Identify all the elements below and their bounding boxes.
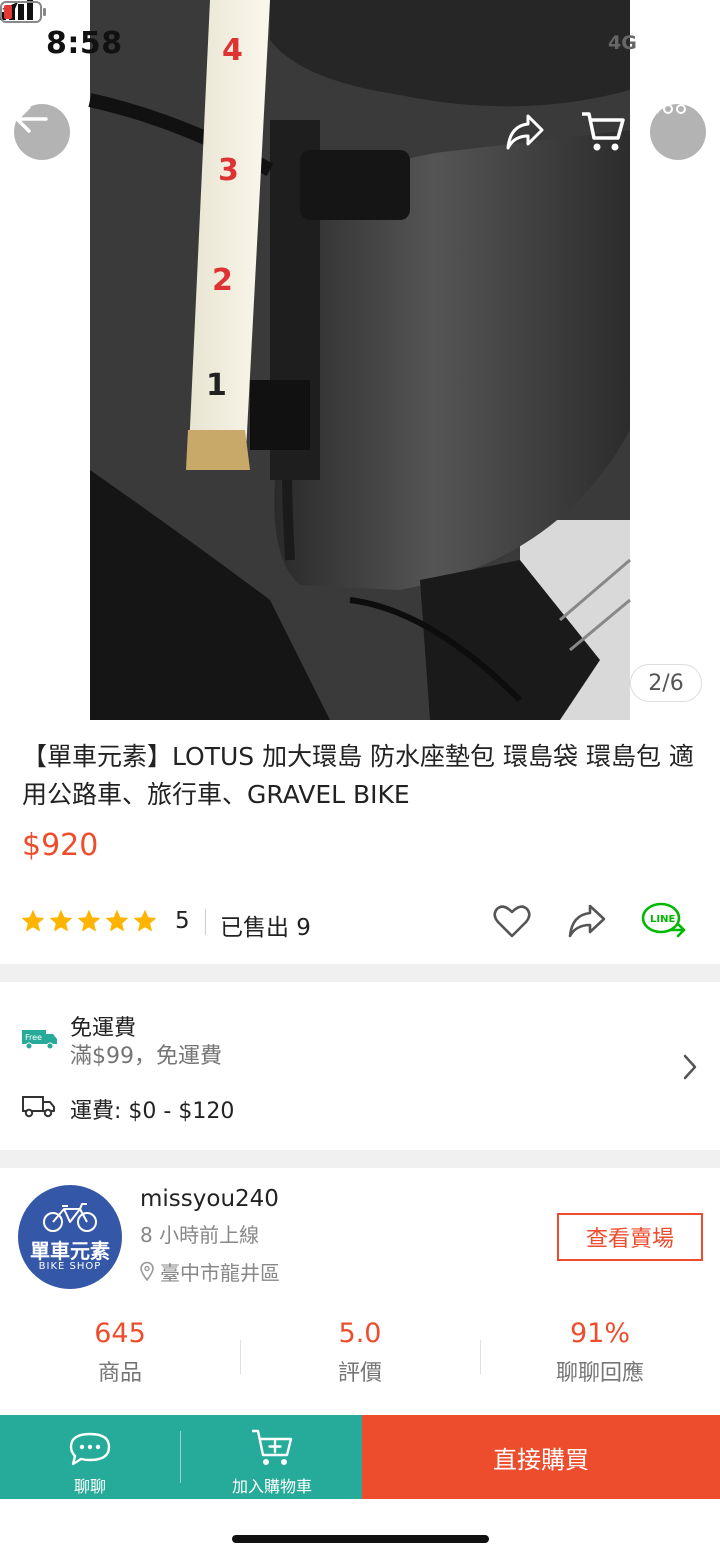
line-share-icon[interactable]: LINE (640, 902, 688, 942)
svg-text:1: 1 (206, 368, 227, 403)
stat-rating[interactable]: 5.0 評價 (240, 1318, 480, 1387)
chat-icon (69, 1432, 111, 1466)
cart-icon[interactable] (580, 110, 626, 154)
heart-icon[interactable] (492, 902, 532, 940)
rating-value: 5 (175, 908, 190, 934)
chevron-right-icon (683, 1054, 697, 1080)
shop-location: 臺中市龍井區 (160, 1261, 280, 1285)
add-to-cart-label: 加入購物車 (231, 1477, 312, 1496)
rating-row: 5 已售出 9 LINE (20, 900, 700, 946)
sold-count: 已售出 9 (220, 915, 311, 941)
network-type: 4G (608, 32, 637, 54)
home-indicator[interactable] (232, 1535, 489, 1543)
star-icon (133, 909, 157, 932)
add-to-cart-icon (252, 1429, 293, 1465)
bicycle-icon (43, 1203, 97, 1232)
stat-chat-response[interactable]: 91% 聊聊回應 (480, 1318, 720, 1387)
star-icon (77, 909, 101, 932)
stat-value: 5.0 (338, 1318, 382, 1349)
more-icon (650, 104, 686, 114)
product-image[interactable]: 4 3 2 1 8:58 4G 2/6 (0, 0, 720, 720)
view-shop-button[interactable]: 查看賣場 (557, 1213, 703, 1261)
shop-avatar[interactable]: 單車元素 BIKE SHOP (18, 1185, 122, 1289)
bottom-action-bar: 聊聊 加入購物車 直接購買 (0, 1415, 720, 1499)
section-divider (0, 1150, 720, 1168)
stat-label: 聊聊回應 (555, 1361, 644, 1386)
product-photo: 4 3 2 1 (88, 0, 631, 720)
shipping-fee: 運費: $0 - $120 (70, 1099, 235, 1124)
stat-value: 91% (569, 1318, 630, 1349)
avatar-text-cn: 單車元素 (30, 1239, 110, 1263)
shop-name[interactable]: missyou240 (140, 1186, 279, 1212)
section-divider (0, 964, 720, 982)
svg-text:3: 3 (218, 153, 239, 188)
product-price: $920 (22, 828, 99, 863)
bottom-left-group: 聊聊 加入購物車 (0, 1415, 362, 1499)
chat-label: 聊聊 (73, 1477, 106, 1496)
battery-low-icon (0, 1, 46, 23)
star-icon (21, 909, 45, 932)
buy-now-button[interactable]: 直接購買 (362, 1415, 720, 1499)
rating-stars (20, 908, 158, 934)
stat-label: 商品 (97, 1361, 142, 1386)
shipping-truck-icon (22, 1096, 55, 1118)
product-title: 【單車元素】LOTUS 加大環島 防水座墊包 環島袋 環島包 適用公路車、旅行車… (22, 742, 694, 809)
add-to-cart-button[interactable]: 加入購物車 (182, 1415, 362, 1499)
share-icon[interactable] (566, 902, 608, 940)
bottom-divider (180, 1431, 181, 1483)
stat-value: 645 (94, 1318, 146, 1349)
back-arrow-icon (15, 105, 48, 133)
star-icon (49, 909, 73, 932)
stat-label: 評價 (337, 1361, 382, 1386)
stat-products[interactable]: 645 商品 (0, 1318, 240, 1387)
rating-divider (205, 909, 206, 935)
free-shipping-truck-icon: Free (22, 1030, 57, 1050)
svg-text:LINE: LINE (650, 914, 675, 925)
free-shipping-condition: 滿$99，免運費 (70, 1044, 222, 1069)
location-pin-icon (140, 1261, 154, 1281)
back-button[interactable] (14, 104, 70, 160)
svg-text:2: 2 (212, 263, 233, 298)
share-icon[interactable] (504, 112, 546, 152)
avatar-text-en: BIKE SHOP (38, 1261, 102, 1272)
status-time: 8:58 (46, 26, 123, 61)
image-counter: 2/6 (630, 664, 702, 702)
free-badge-text: Free (25, 1033, 42, 1042)
chat-button[interactable]: 聊聊 (0, 1415, 180, 1499)
more-button[interactable] (650, 104, 706, 160)
shop-last-online: 8 小時前上線 (140, 1223, 260, 1247)
status-bar: 8:58 4G (0, 0, 720, 88)
star-icon (105, 909, 129, 932)
